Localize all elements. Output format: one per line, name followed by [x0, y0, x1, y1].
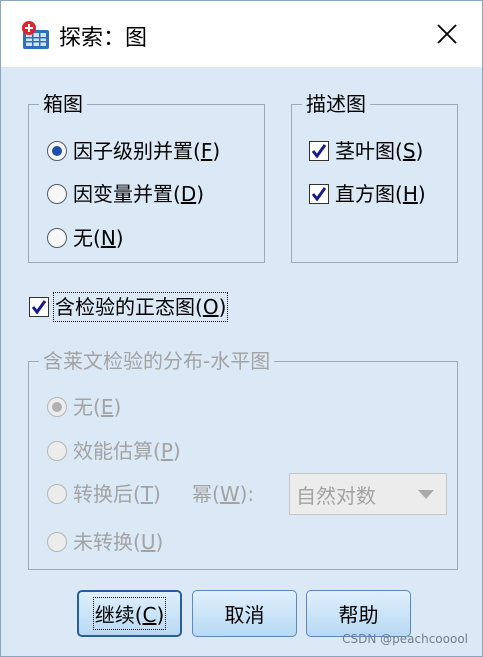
- watermark: CSDN @peachcooool: [342, 632, 468, 646]
- radio-button-icon: [47, 441, 67, 461]
- radio-transformed[interactable]: 转换后(T): [47, 481, 161, 507]
- radio-button-icon: [47, 141, 67, 161]
- radio-untransformed[interactable]: 未转换(U): [47, 529, 163, 555]
- checkbox-normality-plots[interactable]: 含检验的正态图(O): [29, 292, 229, 322]
- radio-factor-levels-together[interactable]: 因子级别并置(F): [47, 138, 220, 164]
- power-label: 幂(W):: [192, 482, 255, 506]
- radio-boxplot-none[interactable]: 无(N): [47, 225, 124, 251]
- continue-button[interactable]: 继续(C): [77, 590, 182, 637]
- radio-button-icon: [47, 484, 67, 504]
- power-select[interactable]: 自然对数: [289, 473, 447, 515]
- checkbox-checked-icon: [309, 184, 329, 204]
- radio-button-icon: [47, 397, 67, 417]
- cancel-button-label: 取消: [224, 603, 265, 627]
- checkbox-checked-icon: [309, 141, 329, 161]
- chevron-down-icon: [418, 490, 434, 499]
- radio-spread-none[interactable]: 无(E): [47, 394, 121, 420]
- radio-power-estimation[interactable]: 效能估算(P): [47, 438, 181, 464]
- radio-button-icon: [47, 228, 67, 248]
- help-button[interactable]: 帮助: [306, 590, 411, 637]
- continue-button-label: 继续(C): [92, 597, 167, 630]
- cancel-button[interactable]: 取消: [192, 590, 297, 637]
- power-select-value: 自然对数: [296, 483, 376, 508]
- boxplot-group-legend: 箱图: [39, 91, 87, 117]
- help-button-label: 帮助: [338, 603, 379, 627]
- explore-plots-dialog: 探索：图 箱图 因子级别并置(F) 因变量并置(D) 无(N) 描述图 茎叶图(…: [0, 0, 483, 657]
- checkbox-checked-icon: [29, 297, 49, 317]
- normality-label: 含检验的正态图(O): [52, 292, 229, 322]
- radio-dependents-together[interactable]: 因变量并置(D): [47, 181, 204, 207]
- descriptive-group-legend: 描述图: [302, 91, 370, 117]
- radio-button-icon: [47, 184, 67, 204]
- radio-button-icon: [47, 532, 67, 552]
- close-button[interactable]: [424, 13, 470, 55]
- title-bar: 探索：图: [1, 1, 482, 67]
- checkbox-stem-and-leaf[interactable]: 茎叶图(S): [309, 138, 423, 164]
- spread-vs-level-legend: 含莱文检验的分布-水平图: [39, 348, 275, 374]
- spss-app-icon: [19, 19, 53, 53]
- close-icon: [437, 24, 457, 44]
- checkbox-histogram[interactable]: 直方图(H): [309, 181, 426, 207]
- window-title: 探索：图: [59, 26, 148, 51]
